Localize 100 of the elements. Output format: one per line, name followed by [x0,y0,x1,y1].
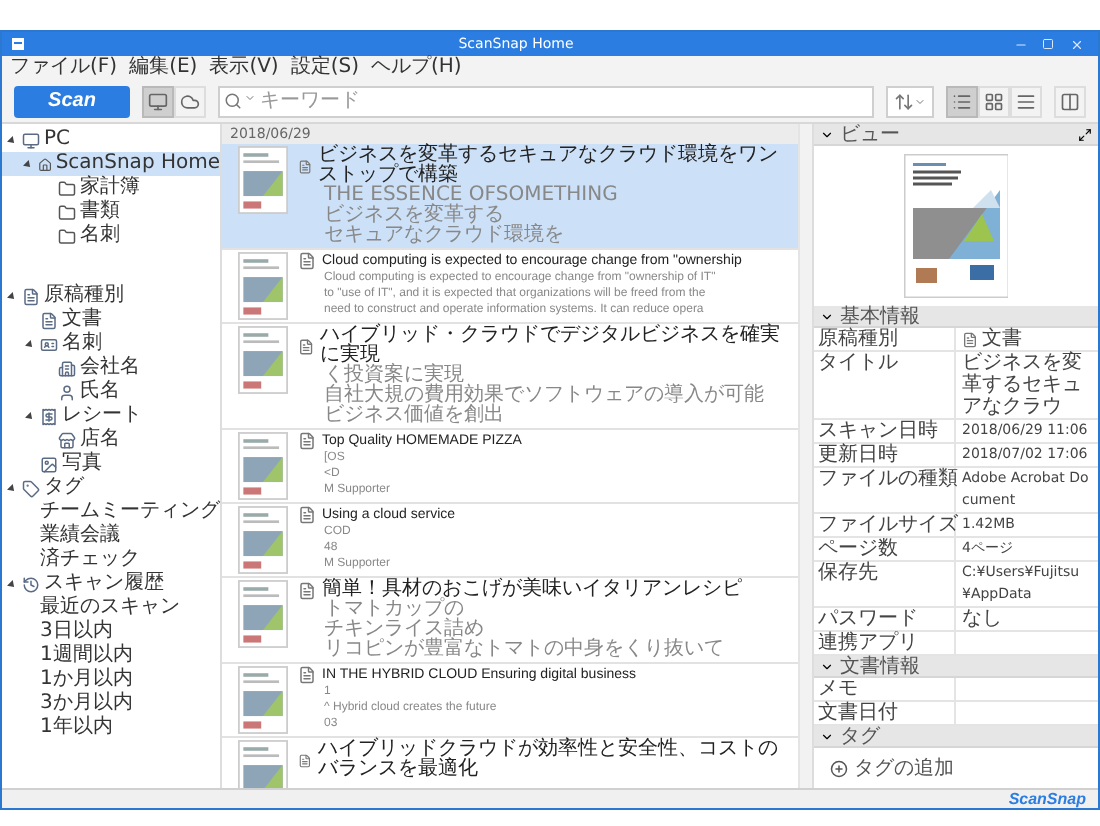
document-icon [298,337,315,355]
page-preview-drawing [903,154,1009,298]
document-excerpt: く投資案に実現 [322,366,464,386]
tree-item[interactable]: 文書 [2,308,220,332]
document-title: ハイブリッド・クラウドでデジタルビジネスを確実に実現 [320,326,783,366]
home-icon [37,155,52,173]
document-row[interactable]: ハイブリッド・クラウドでデジタルビジネスを確実に実現 く投資案に実現 自社大規の費用効果でソフトウェアの導入が可能 ビジネス価値を創出 [222,324,798,430]
tree-item[interactable]: ScanSnap Home [2,152,220,176]
grid-icon [984,91,1004,111]
expand-arrow-icon[interactable] [25,411,35,421]
expand-arrow-icon[interactable] [23,159,34,169]
document-row[interactable]: ビジネスを変革するセキュアなクラウド環境をワンストップで構築 THE ESSENCE OFSOMETHING ビジネスを変革する セキュアなクラウド環境を [222,144,798,250]
expand-arrow-icon[interactable] [7,291,17,301]
plus-icon [830,759,848,777]
tree-item[interactable]: 1週間以内 [2,644,220,668]
tag-icon [22,479,40,497]
property-value: ビジネスを変革するセキュアなクラウ [960,352,1084,418]
section-header[interactable]: 基本情報 [814,306,1098,328]
tree-item[interactable]: 店名 [2,428,220,452]
document-title: ビジネスを変革するセキュアなクラウド環境をワンストップで構築 [318,146,781,186]
section-header[interactable]: タグ [814,726,1098,748]
tree-item[interactable]: タグ [2,476,220,500]
document-icon [298,581,316,599]
sort-button[interactable] [886,85,934,117]
computer-icon [22,131,40,149]
tree-item[interactable]: 原稿種別 [2,284,220,308]
tree-item[interactable]: 3日以内 [2,620,220,644]
person-icon [58,383,76,401]
tree-item[interactable]: 書類 [2,200,220,224]
document-excerpt: チキンライス詰め [322,620,486,640]
computer-toggle[interactable] [142,85,174,117]
section-header[interactable]: 文書情報 [814,656,1098,678]
expand-arrow-icon[interactable] [7,135,17,145]
columns-icon [1060,91,1080,111]
document-excerpt: ビジネス価値を創出 [322,406,506,426]
property-label: 更新日時 [814,444,956,466]
sort-icon [894,91,914,111]
shop-icon [58,431,76,449]
document-icon [298,506,316,524]
tree-item[interactable]: 済チェック [2,548,220,572]
tree-item[interactable]: スキャン履歴 [2,572,220,596]
tree-item[interactable]: 1か月以内 [2,668,220,692]
menu-item[interactable]: 設定(S) [290,56,359,80]
tree-item[interactable]: 3か月以内 [2,692,220,716]
document-excerpt: セキュアなクラウド環境を [322,226,566,246]
document-excerpt: 自社大規の費用効果でソフトウェアの導入が可能 [322,386,766,406]
menu-item[interactable]: ファイル(F) [10,56,118,80]
panel-toggle-button[interactable] [1054,85,1086,117]
document-icon [298,432,316,450]
tree-item[interactable]: 最近のスキャン [2,596,220,620]
expand-arrow-icon[interactable] [25,339,35,349]
tree-item[interactable]: 家計簿 [2,176,220,200]
property-label: スキャン日時 [814,420,956,442]
page-thumbnail-icon [238,326,288,394]
expand-arrow-icon[interactable] [7,483,17,493]
tree-item[interactable]: 氏名 [2,380,220,404]
document-icon [298,157,313,175]
tree-item[interactable]: 会社名 [2,356,220,380]
property-label: ページ数 [814,538,956,560]
property-value: なし [960,608,1004,630]
search-field[interactable]: キーワード [218,85,874,117]
menu-item[interactable]: 表示(V) [209,56,279,80]
caret-icon [244,91,256,103]
tree-item[interactable]: 業績会議 [2,524,220,548]
document-icon [962,331,978,347]
lines-view-button[interactable] [1010,85,1042,117]
scansnap-logo: ScanSnap [1008,790,1086,808]
menu-item[interactable]: 編集(E) [129,56,198,80]
document-row[interactable]: 簡単！具材のおこげが美味いイタリアンレシピ トマトカップの チキンライス詰め リコピンが豊富なトマトの中身をくり抜いて [222,578,798,664]
document-row[interactable] [222,250,798,324]
tree-item[interactable]: レシート [2,404,220,428]
scrollbar[interactable] [798,124,812,788]
folder-icon [58,179,76,197]
menu-item[interactable]: ヘルプ(H) [371,56,462,80]
scan-button[interactable]: Scan [14,85,130,117]
document-icon [40,311,58,329]
page-thumbnail-icon [238,580,288,648]
tree-item[interactable]: 1年以内 [2,716,220,740]
company-icon [58,359,76,377]
page-thumbnail-icon [238,506,288,574]
tree-item[interactable]: 名刺 [2,332,220,356]
page-thumbnail-icon [238,432,288,500]
property-label: 原稿種別 [814,328,956,350]
tree-item[interactable]: PC [2,128,220,152]
page-thumbnail-icon [238,252,288,320]
document-title: 簡単！具材のおこげが美味いイタリアンレシピ [322,580,742,600]
property-label: ファイルの種類 [814,468,956,512]
cloud-toggle[interactable] [174,85,206,117]
document-icon [298,252,316,270]
tree-item[interactable]: チームミーティング [2,500,220,524]
photo-icon [40,455,58,473]
tree-item[interactable]: 名刺 [2,224,220,248]
tree-item[interactable]: 写真 [2,452,220,476]
document-title: ハイブリッドクラウドが効率性と安全性、コストのバランスを最適化 [317,740,780,780]
list-view-button[interactable] [946,85,978,117]
property-label: 保存先 [814,562,956,606]
expand-arrow-icon[interactable] [7,579,17,589]
card-icon [40,335,58,353]
grid-view-button[interactable] [978,85,1010,117]
property-label: メモ [814,678,956,700]
